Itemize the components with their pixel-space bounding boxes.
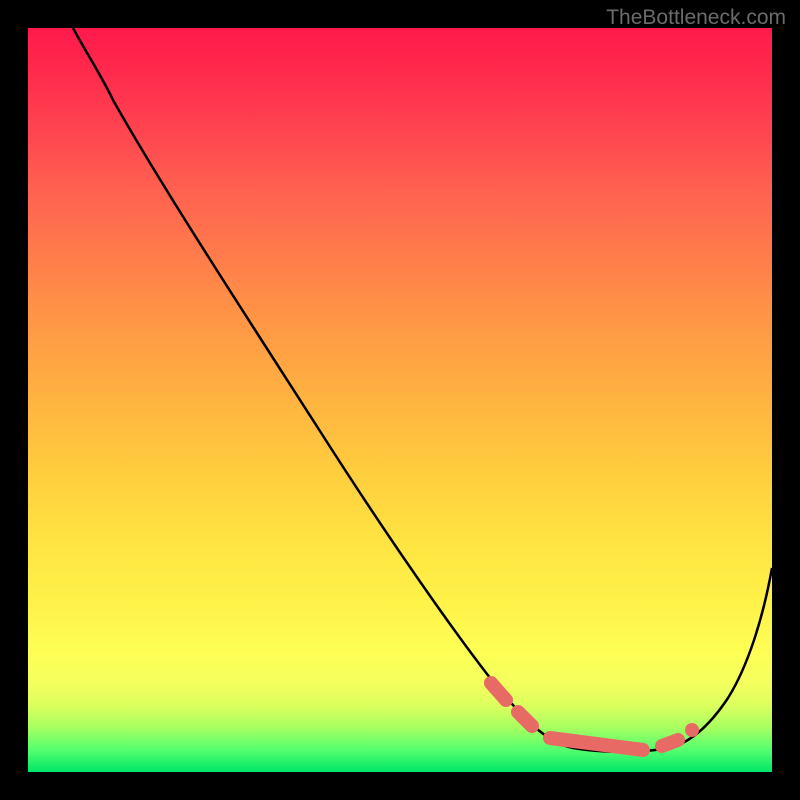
marker-segment (518, 712, 532, 726)
chart-plot-area (28, 28, 772, 772)
marker-segment (550, 738, 643, 750)
marker-segment (662, 740, 678, 746)
watermark-text: TheBottleneck.com (606, 6, 786, 30)
bottleneck-curve-line (73, 28, 772, 752)
highlight-markers (491, 683, 699, 750)
marker-dot (685, 723, 699, 737)
chart-svg (28, 28, 772, 772)
marker-segment (491, 683, 506, 700)
